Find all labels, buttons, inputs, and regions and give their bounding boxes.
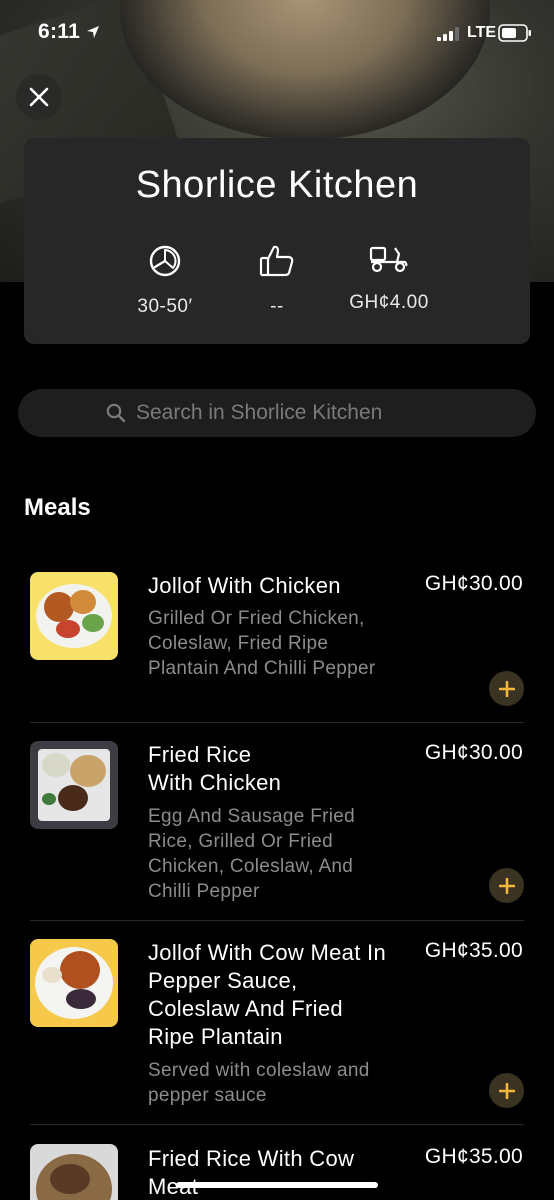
delivery-scooter-icon <box>369 246 408 273</box>
signal-strength-icon <box>437 27 459 41</box>
status-time: 6:11 <box>38 20 81 43</box>
delivery-fee-value: GH¢4.00 <box>349 292 429 313</box>
home-indicator[interactable] <box>176 1182 378 1188</box>
menu-item-name: Fried Rice With Cow Meat <box>148 1146 355 1199</box>
menu-item-price: GH¢35.00 <box>424 939 523 962</box>
menu-item-name: Jollof With Chicken <box>148 573 341 598</box>
divider <box>30 920 524 921</box>
section-title-meals: Meals <box>24 494 91 521</box>
menu-item-description: Egg And Sausage Fried Rice, Grilled Or F… <box>148 806 355 902</box>
network-type: LTE <box>467 24 497 41</box>
menu-item-price: GH¢30.00 <box>424 741 523 764</box>
menu-item[interactable]: Jollof With Chicken GH¢30.00 Grilled Or … <box>0 568 554 722</box>
menu-item-description: Grilled Or Fried Chicken, Coleslaw, Frie… <box>148 608 376 679</box>
close-button[interactable] <box>16 74 62 120</box>
delivery-time-stat: 30-50′ <box>105 244 225 318</box>
menu-item[interactable]: Fried Rice With Chicken GH¢30.00 Egg And… <box>0 740 554 920</box>
add-to-cart-button[interactable] <box>489 868 524 903</box>
search-input[interactable] <box>134 400 448 426</box>
add-to-cart-button[interactable] <box>489 1073 524 1108</box>
delivery-fee-stat: GH¢4.00 <box>329 244 449 314</box>
rating-value: -- <box>270 296 284 317</box>
plus-icon <box>498 1082 515 1099</box>
menu-item[interactable]: Jollof With Cow Meat In Pepper Sauce, Co… <box>0 938 554 1124</box>
restaurant-info-card: Shorlice Kitchen 30-50′ -- GH¢4.00 <box>24 138 530 344</box>
clock-icon <box>149 245 181 277</box>
search-icon <box>106 403 126 423</box>
restaurant-name: Shorlice Kitchen <box>135 164 419 206</box>
plus-icon <box>498 680 515 697</box>
menu-item-image <box>30 939 118 1027</box>
add-to-cart-button[interactable] <box>489 671 524 706</box>
menu-item[interactable]: Fried Rice With Cow Meat GH¢35.00 <box>0 1142 554 1200</box>
close-icon <box>29 87 49 107</box>
menu-item-image <box>30 1144 118 1200</box>
menu-item-image <box>30 741 118 829</box>
rating-stat: -- <box>217 244 337 318</box>
battery-icon <box>498 24 531 42</box>
menu-item-price: GH¢35.00 <box>424 1145 523 1168</box>
divider <box>30 1124 524 1125</box>
menu-item-name: Fried Rice With Chicken <box>148 742 282 795</box>
menu-item-description: Served with coleslaw and pepper sauce <box>148 1060 370 1106</box>
delivery-time-value: 30-50′ <box>137 296 193 317</box>
status-bar: 6:11 LTE <box>0 0 554 70</box>
location-arrow-icon <box>87 26 99 38</box>
menu-item-name: Jollof With Cow Meat In Pepper Sauce, Co… <box>148 940 386 1049</box>
divider <box>30 722 524 723</box>
menu-item-image <box>30 572 118 660</box>
menu-item-price: GH¢30.00 <box>424 572 523 595</box>
plus-icon <box>498 877 515 894</box>
thumbs-up-icon <box>259 245 294 277</box>
search-bar[interactable] <box>18 389 536 437</box>
